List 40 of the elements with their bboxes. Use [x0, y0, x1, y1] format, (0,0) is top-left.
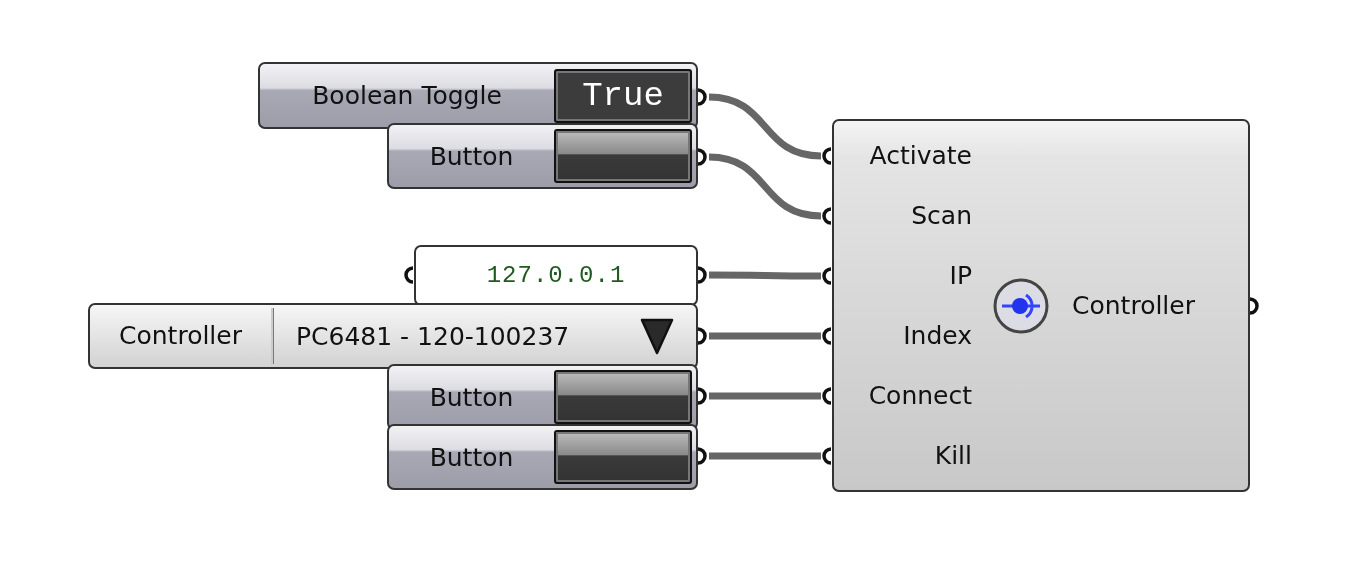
- input-grip[interactable]: [822, 207, 832, 225]
- input-grip[interactable]: [822, 267, 832, 285]
- input-label: Activate: [868, 140, 972, 170]
- input-label: Scan: [910, 200, 972, 230]
- output-grip[interactable]: [697, 88, 707, 106]
- list-value: PC6481 - 120-100237: [295, 321, 571, 351]
- node-label: Controller: [90, 308, 274, 364]
- output-grip[interactable]: [697, 148, 707, 166]
- output-grip[interactable]: [697, 447, 707, 465]
- output-grip[interactable]: [697, 387, 707, 405]
- node-label: Button: [428, 141, 515, 171]
- output-label: Controller: [1072, 291, 1195, 320]
- output-grip[interactable]: [1249, 297, 1259, 315]
- button-node[interactable]: Button: [387, 424, 698, 490]
- input-grip[interactable]: [404, 266, 414, 284]
- input-label: Index: [902, 321, 972, 351]
- controller-icon: [992, 276, 1050, 335]
- button-node[interactable]: Button: [387, 123, 698, 189]
- input-grip[interactable]: [822, 447, 832, 465]
- push-pad[interactable]: [554, 370, 692, 424]
- panel-node[interactable]: 127.0.0.1: [414, 245, 698, 306]
- node-label: Button: [428, 382, 515, 412]
- output-grip[interactable]: [697, 327, 707, 345]
- panel-text: 127.0.0.1: [486, 262, 626, 289]
- toggle-value[interactable]: True: [554, 68, 692, 123]
- node-label: Button: [428, 442, 515, 472]
- input-label: Connect: [867, 381, 972, 411]
- input-grip[interactable]: [822, 327, 832, 345]
- push-pad[interactable]: [554, 129, 692, 183]
- node-label: Boolean Toggle: [311, 81, 503, 110]
- output-grip[interactable]: [697, 266, 707, 284]
- dropdown-triangle-icon[interactable]: [640, 317, 674, 355]
- boolean-toggle-node[interactable]: Boolean Toggle True: [258, 62, 698, 129]
- value-list-node[interactable]: Controller PC6481 - 120-100237: [88, 303, 698, 369]
- input-label: Kill: [933, 441, 972, 471]
- push-pad[interactable]: [554, 430, 692, 484]
- input-label: IP: [948, 260, 972, 290]
- input-grip[interactable]: [822, 147, 832, 165]
- input-grip[interactable]: [822, 387, 832, 405]
- component-node[interactable]: Activate Scan IP Index Connect Kill Controller: [832, 119, 1250, 492]
